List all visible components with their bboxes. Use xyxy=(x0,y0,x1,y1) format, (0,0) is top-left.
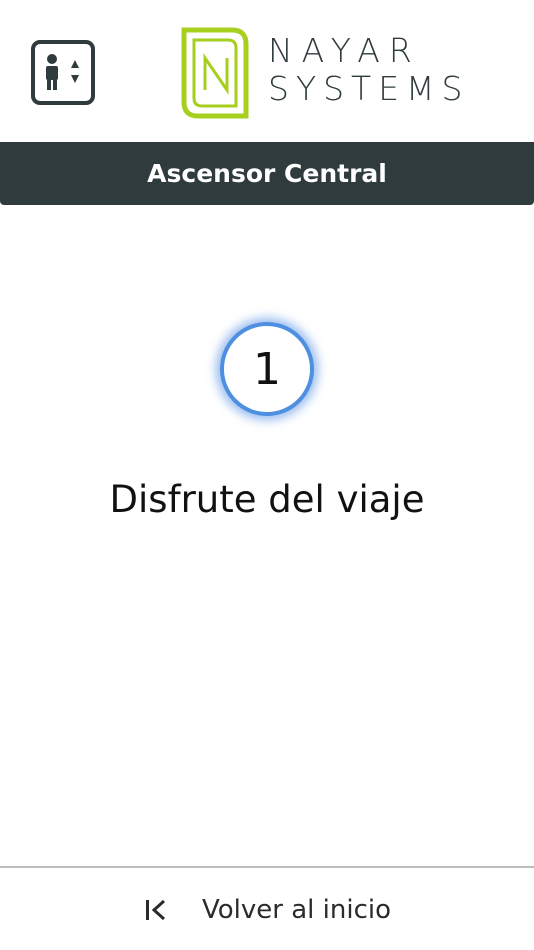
footer-divider xyxy=(0,866,534,868)
brand-name-line2: SYSTEMS xyxy=(268,69,470,108)
back-to-start-label: Volver al inicio xyxy=(202,895,392,925)
elevator-person-up-down-icon xyxy=(46,54,79,90)
floor-number: 1 xyxy=(253,344,281,395)
page-title: Ascensor Central xyxy=(147,159,387,188)
title-bar: Ascensor Central xyxy=(0,142,534,205)
chevron-left-bar-icon xyxy=(146,899,166,921)
status-message: Disfrute del viaje xyxy=(109,478,425,521)
header: NAYAR SYSTEMS xyxy=(0,0,534,142)
brand-wordmark: NAYAR SYSTEMS xyxy=(268,32,469,108)
back-to-start-button[interactable]: Volver al inicio xyxy=(140,888,391,932)
floor-indicator: 1 xyxy=(220,322,314,416)
brand-name-line1: NAYAR xyxy=(268,31,421,70)
brand-logo: NAYAR SYSTEMS xyxy=(180,26,470,120)
nayar-logo-mark-icon xyxy=(181,27,249,119)
elevator-icon[interactable] xyxy=(31,40,95,105)
